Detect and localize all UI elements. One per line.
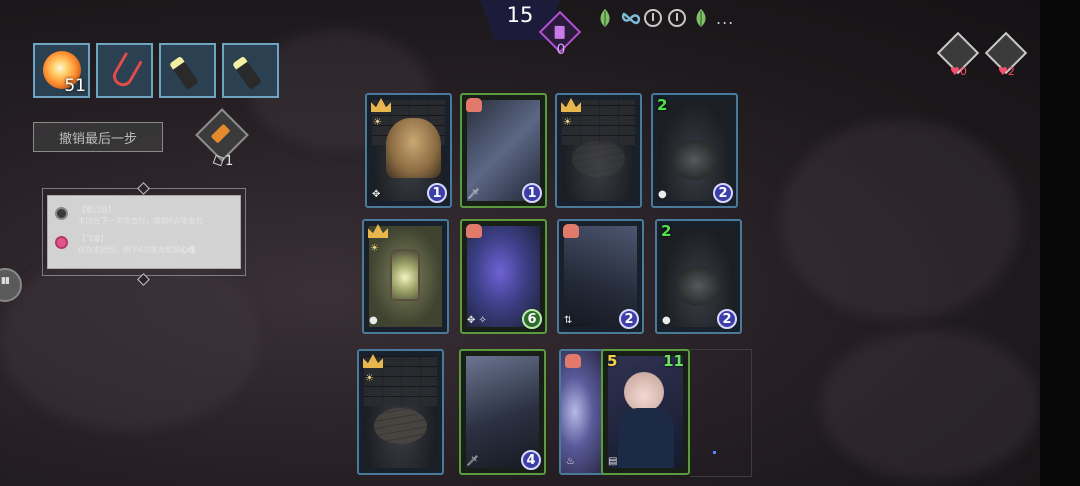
card-lantern[interactable]: ☀ ● <box>362 219 449 334</box>
girl-body <box>618 408 674 468</box>
hook-icon <box>109 52 143 90</box>
sun-icon: ☀ <box>563 117 572 128</box>
floor-art <box>374 408 427 444</box>
card-badge-number: 2 <box>661 222 672 240</box>
bulb-icon: ● <box>369 315 378 326</box>
pit-art <box>676 266 721 306</box>
haystack-art <box>386 118 441 178</box>
count-value: 0 <box>959 65 967 78</box>
flashlight-icon <box>232 55 262 91</box>
card-cost: 2 <box>713 183 733 203</box>
background-rock <box>780 120 1020 320</box>
card-art <box>562 100 635 201</box>
card-art <box>364 356 437 468</box>
leaf-icon[interactable] <box>692 8 710 28</box>
card-lightning[interactable]: ⇅ 2 <box>557 219 644 334</box>
girl-head <box>624 372 664 412</box>
count-value: 2 <box>1007 65 1015 78</box>
card-cost: 1 <box>522 183 542 203</box>
pit-art <box>672 140 717 180</box>
status-tooltip <box>47 195 241 269</box>
sword-icon: 🗡 <box>466 456 479 467</box>
flame-icon: ♨ <box>566 456 575 467</box>
card-shard[interactable]: 🗡 4 <box>459 349 546 475</box>
card-girl-character[interactable]: 5 11 ▤ <box>601 349 690 475</box>
attack-value: 5 <box>607 352 618 370</box>
marker-dot <box>713 451 716 454</box>
card-pit-room[interactable]: 2 ● 2 <box>651 93 738 208</box>
swap-arrows-icon: ⇅ <box>564 315 573 326</box>
background-rock <box>0 250 260 430</box>
card-wind-slash[interactable]: 🗡 1 <box>460 93 547 208</box>
circle-dot-icon: ● <box>658 189 667 200</box>
more-statuses[interactable]: ... <box>716 9 734 28</box>
screen-edge <box>1040 0 1080 486</box>
infinity-knot-icon[interactable] <box>620 8 641 28</box>
circle-dot-icon: ● <box>662 315 671 326</box>
item-slot-fire-orb[interactable]: 51 <box>33 43 90 98</box>
card-pit-room[interactable]: 2 ● 2 <box>655 219 742 334</box>
card-floor-room[interactable]: ☀ <box>357 349 444 475</box>
timer-icon[interactable] <box>668 9 686 27</box>
fist-icon <box>466 224 486 240</box>
tooltip-title: 【飞雪】 <box>78 234 108 243</box>
floor-art <box>572 141 625 177</box>
crown-icon <box>363 354 383 370</box>
tooltip-desc-text: 仅在本回合，你下4次攻击附加 <box>78 245 181 254</box>
undo-last-step-button[interactable]: 撤销最后一步 <box>33 122 163 152</box>
item-count: 51 <box>64 76 86 96</box>
sun-icon: ☀ <box>373 117 382 128</box>
hp-value: 11 <box>663 352 684 370</box>
card-art <box>608 356 683 468</box>
empty-card-slot <box>690 349 752 477</box>
item-slot-hook[interactable] <box>96 43 153 98</box>
fist-icon <box>565 354 585 370</box>
card-cost: 4 <box>521 450 541 470</box>
item-slot-flashlight[interactable] <box>159 43 216 98</box>
item-slot-flashlight[interactable] <box>222 43 279 98</box>
right-top-count: ♥0 <box>950 65 967 78</box>
crown-icon <box>368 224 388 240</box>
scroll-icon: ▤ <box>608 456 618 467</box>
relic-count: 1 <box>212 154 234 169</box>
card-cost: 2 <box>717 309 737 329</box>
status-effects-row: ... <box>596 6 734 30</box>
fist-icon <box>466 98 486 114</box>
card-cost: 1 <box>427 183 447 203</box>
tooltip-title: 【磨刀油】 <box>78 205 116 214</box>
flashlight-icon <box>169 55 199 91</box>
crown-icon <box>561 98 581 114</box>
card-dark-room[interactable]: ☀ <box>555 93 642 208</box>
tooltip-desc: 仅在本回合，你下4次攻击附加心魂 <box>78 245 195 255</box>
timer-icon[interactable] <box>644 9 662 27</box>
diamond-cluster-icon: ✥ <box>372 189 381 200</box>
sun-icon: ☀ <box>365 373 374 384</box>
card-badge-number: 2 <box>657 96 668 114</box>
card-purple-strike[interactable]: ✥ ✧ 6 <box>460 219 547 334</box>
leaf-icon[interactable] <box>596 8 614 28</box>
diamond-cluster-icon: ✥ ✧ <box>467 315 487 326</box>
card-cost: 6 <box>522 309 542 329</box>
flying-snow-icon <box>55 236 68 249</box>
tooltip-keyword: 心魂 <box>180 245 196 254</box>
card-haystack[interactable]: ☀ ✥ 1 <box>365 93 452 208</box>
lantern-art <box>390 249 420 301</box>
fist-icon <box>563 224 583 240</box>
deck-count: 0 <box>556 42 566 58</box>
sun-icon: ☀ <box>370 243 379 254</box>
crown-icon <box>371 98 391 114</box>
card-stack-icon <box>212 154 225 167</box>
sword-icon: 🗡 <box>467 189 480 200</box>
background-rock <box>820 330 1040 480</box>
right-top-count: ♥2 <box>998 65 1015 78</box>
relic-count-value: 1 <box>225 154 234 169</box>
card-cost: 2 <box>619 309 639 329</box>
whetstone-oil-icon <box>55 207 68 220</box>
tooltip-desc: 本回合下一次攻击时，增加4点攻击力 <box>78 216 203 225</box>
